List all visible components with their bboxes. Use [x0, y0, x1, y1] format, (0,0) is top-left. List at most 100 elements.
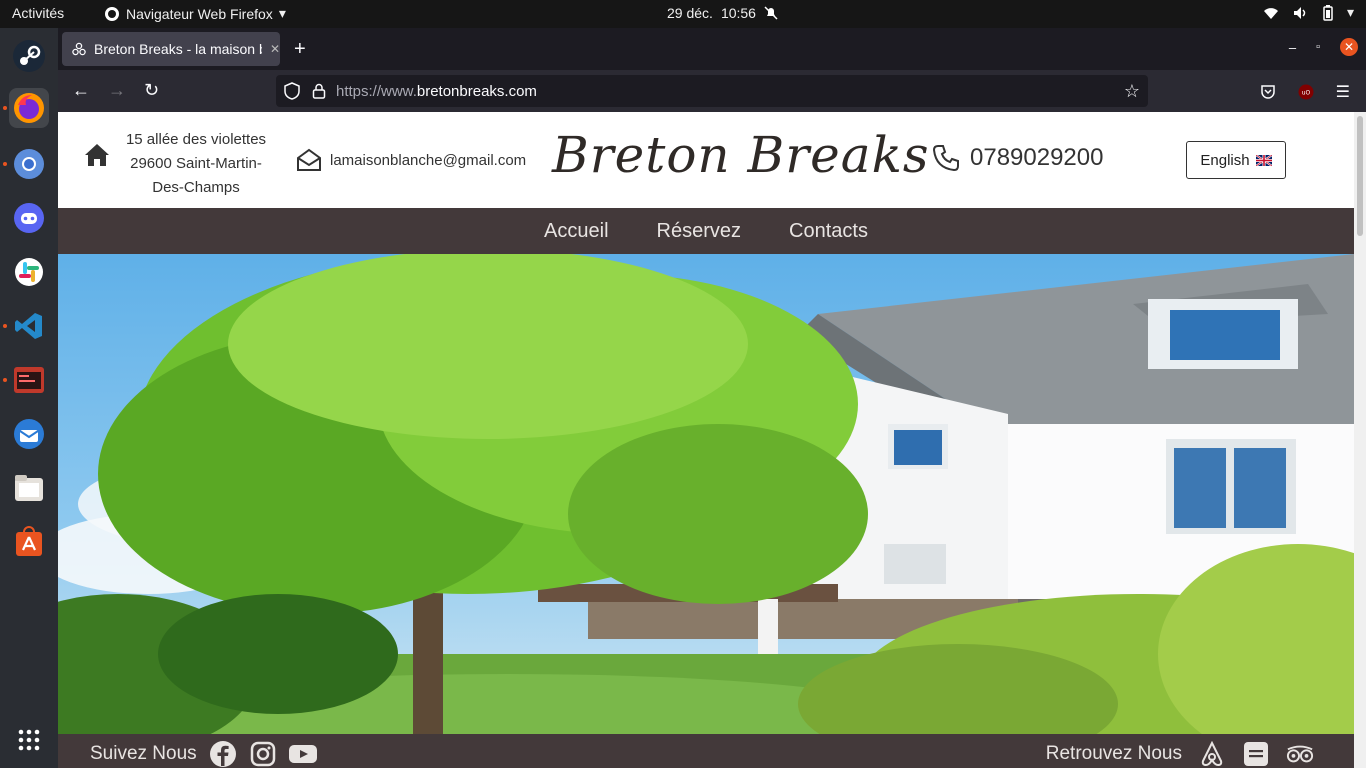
address-line-2: 29600 Saint-Martin-	[130, 155, 262, 172]
forward-button[interactable]: →	[108, 80, 126, 101]
clock-date: 29 déc.	[667, 5, 713, 21]
house-garden-illustration	[58, 254, 1354, 734]
url-domain: bretonbreaks.com	[416, 82, 537, 100]
dock-firefox[interactable]	[3, 88, 49, 128]
application-dock	[0, 28, 58, 768]
steam-icon	[13, 40, 45, 72]
hamburger-menu-icon[interactable]: ☰	[1336, 82, 1350, 102]
find-us-links: Retrouvez Nous	[1046, 740, 1314, 768]
running-indicator	[3, 162, 7, 166]
svg-text:uO: uO	[1301, 90, 1310, 97]
home-icon	[85, 144, 109, 166]
wifi-icon	[1263, 7, 1278, 19]
site-favicon-icon	[72, 42, 86, 56]
running-indicator	[3, 324, 7, 328]
back-button[interactable]: ←	[72, 80, 90, 101]
web-page: 15 allée des violettes 29600 Saint-Marti…	[58, 112, 1354, 768]
youtube-icon[interactable]	[288, 740, 317, 768]
system-status-area[interactable]: ▾	[1263, 4, 1354, 21]
main-navigation: Accueil Réservez Contacts	[58, 208, 1354, 254]
tracking-protection-shield-icon[interactable]	[284, 82, 300, 100]
tripadvisor-icon[interactable]	[1286, 740, 1314, 768]
url-prefix: https://www.	[336, 82, 417, 100]
app-menu-label: Navigateur Web Firefox	[126, 5, 273, 22]
airbnb-icon[interactable]	[1198, 740, 1226, 768]
nav-reservez[interactable]: Réservez	[657, 220, 741, 243]
site-logo-text[interactable]: Breton Breaks	[552, 126, 930, 184]
pocket-icon[interactable]	[1260, 84, 1276, 100]
find-label: Retrouvez Nous	[1045, 743, 1182, 764]
terminal-icon	[14, 367, 44, 393]
phone-number[interactable]: 0789029200	[970, 144, 1103, 172]
email-link[interactable]: lamaisonblanche@gmail.com	[330, 152, 526, 169]
nav-accueil[interactable]: Accueil	[544, 220, 608, 243]
tab-title: Breton Breaks - la maison blanche	[94, 41, 262, 57]
instagram-icon[interactable]	[249, 740, 277, 768]
url-text: https://www.bretonbreaks.com	[336, 83, 537, 100]
reload-button[interactable]: ↻	[144, 80, 159, 101]
language-switch-button[interactable]: English	[1186, 141, 1286, 179]
dock-show-applications[interactable]	[9, 720, 49, 760]
address-bar[interactable]: https://www.bretonbreaks.com ☆	[276, 75, 1148, 107]
app-menu[interactable]: Navigateur Web Firefox ▾	[104, 5, 286, 22]
lock-icon[interactable]	[312, 83, 326, 99]
browser-tab-bar: Breton Breaks - la maison blanche ✕ + – …	[58, 28, 1366, 70]
window-controls: – ▫ ✕	[1289, 38, 1358, 56]
dock-steam[interactable]	[9, 36, 49, 76]
tab-bretonbreaks[interactable]: Breton Breaks - la maison blanche ✕	[62, 32, 280, 66]
firefox-icon	[14, 93, 44, 123]
battery-icon	[1323, 4, 1333, 21]
phone-icon	[932, 145, 959, 172]
site-header: 15 allée des violettes 29600 Saint-Marti…	[58, 112, 1354, 208]
volume-icon	[1293, 6, 1306, 19]
thunderbird-icon	[14, 419, 44, 449]
vscode-icon	[15, 313, 42, 339]
dock-vscode[interactable]	[3, 306, 49, 346]
system-top-bar: Activités Navigateur Web Firefox ▾ 29 dé…	[0, 0, 1366, 28]
facebook-icon[interactable]	[209, 740, 237, 768]
slack-icon	[15, 258, 43, 286]
dock-files[interactable]	[9, 468, 49, 508]
minimize-button[interactable]: –	[1289, 40, 1296, 55]
listing-icon[interactable]	[1242, 740, 1270, 768]
running-indicator	[3, 106, 7, 110]
tab-close-icon[interactable]: ✕	[270, 42, 280, 56]
ublock-origin-icon[interactable]: uO	[1298, 84, 1314, 100]
uk-flag-icon	[1255, 154, 1272, 166]
phone-block[interactable]: 0789029200	[932, 144, 1103, 172]
files-icon	[15, 475, 43, 501]
browser-navigation-bar: ← → ↻ https://www.bretonbreaks.com ☆ uO …	[58, 70, 1366, 112]
address-line-3: Des-Champs	[152, 179, 240, 196]
maximize-button[interactable]: ▫	[1316, 41, 1320, 53]
app-grid-icon	[18, 729, 40, 751]
software-center-icon	[16, 526, 42, 556]
running-indicator	[3, 378, 7, 382]
close-window-button[interactable]: ✕	[1340, 38, 1358, 56]
follow-label: Suivez Nous	[90, 743, 197, 764]
dock-slack[interactable]	[9, 252, 49, 292]
clock-time: 10:56	[720, 5, 756, 21]
new-tab-button[interactable]: +	[294, 38, 306, 61]
activities-button[interactable]: Activités	[12, 5, 64, 21]
address-block: 15 allée des violettes 29600 Saint-Marti…	[84, 128, 274, 200]
page-scrollbar[interactable]	[1354, 112, 1366, 768]
scrollbar-thumb[interactable]	[1357, 116, 1363, 236]
clock[interactable]: 29 déc. 10:56	[667, 5, 778, 21]
discord-icon	[14, 203, 44, 233]
firefox-app-icon	[105, 6, 119, 21]
dock-chromium[interactable]	[3, 144, 49, 184]
dock-thunderbird[interactable]	[9, 414, 49, 454]
dock-discord[interactable]	[9, 198, 49, 238]
chevron-down-icon: ▾	[1346, 4, 1354, 20]
chevron-down-icon: ▾	[278, 5, 286, 21]
bookmark-star-icon[interactable]: ☆	[1124, 81, 1140, 102]
dock-software[interactable]	[9, 522, 49, 562]
email-block[interactable]: lamaisonblanche@gmail.com	[296, 148, 526, 172]
hero-house-photo	[58, 254, 1354, 734]
dock-terminal-app[interactable]	[3, 360, 49, 400]
toolbar-extensions: uO ☰	[1260, 82, 1350, 102]
envelope-icon	[297, 148, 321, 171]
nav-contacts[interactable]: Contacts	[789, 220, 868, 243]
site-footer: Suivez Nous Retrouvez Nous	[58, 734, 1354, 768]
notifications-off-icon	[764, 6, 778, 20]
